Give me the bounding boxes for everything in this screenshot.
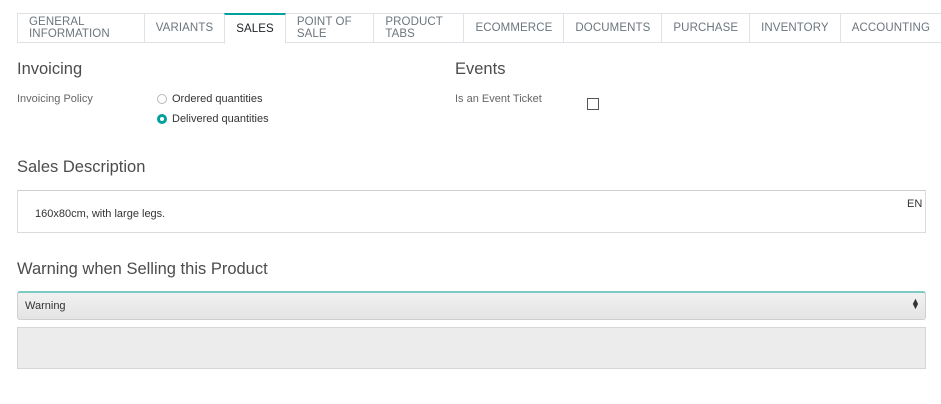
events-heading: Events	[455, 60, 506, 78]
tab-documents[interactable]: DOCUMENTS	[563, 13, 663, 43]
radio-checked-icon[interactable]	[157, 114, 167, 124]
radio-delivered-quantities[interactable]: Delivered quantities	[157, 113, 269, 125]
radio-ordered-quantities-label: Ordered quantities	[172, 93, 263, 105]
tab-general-information[interactable]: GENERAL INFORMATION	[17, 13, 145, 43]
event-ticket-label: Is an Event Ticket	[455, 93, 542, 105]
notebook-tabs: GENERAL INFORMATION VARIANTS SALES POINT…	[17, 13, 941, 44]
radio-ordered-quantities[interactable]: Ordered quantities	[157, 93, 263, 105]
warning-heading: Warning when Selling this Product	[17, 260, 268, 278]
warning-select-value: Warning	[25, 300, 66, 312]
translate-language-button[interactable]: EN	[907, 198, 922, 210]
event-ticket-checkbox[interactable]	[587, 98, 599, 110]
sales-description-text: 160x80cm, with large legs.	[35, 208, 166, 220]
radio-delivered-quantities-label: Delivered quantities	[172, 113, 269, 125]
warning-message-field[interactable]	[17, 327, 926, 369]
tab-ecommerce[interactable]: ECOMMERCE	[463, 13, 565, 43]
radio-unchecked-icon[interactable]	[157, 94, 167, 104]
warning-select[interactable]	[17, 291, 926, 320]
tab-accounting[interactable]: ACCOUNTING	[839, 13, 941, 43]
select-updown-icon: ▲ ▼	[911, 296, 920, 311]
tab-inventory[interactable]: INVENTORY	[749, 13, 841, 43]
tab-purchase[interactable]: PURCHASE	[661, 13, 751, 43]
tab-variants[interactable]: VARIANTS	[143, 13, 226, 43]
invoicing-policy-label: Invoicing Policy	[17, 93, 93, 105]
tab-product-tabs[interactable]: PRODUCT TABS	[373, 13, 465, 43]
invoicing-heading: Invoicing	[17, 60, 83, 78]
tab-point-of-sale[interactable]: POINT OF SALE	[284, 13, 375, 43]
tab-sales[interactable]: SALES	[224, 13, 286, 44]
sales-description-heading: Sales Description	[17, 158, 146, 176]
